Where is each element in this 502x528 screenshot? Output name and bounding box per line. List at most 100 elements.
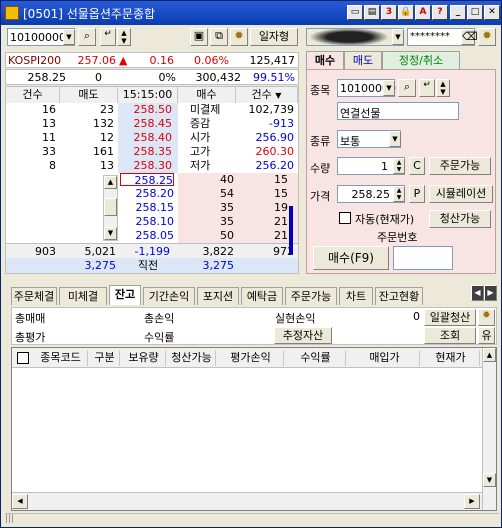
up-icon: ▲ — [119, 54, 128, 67]
ask-price[interactable]: 258.35 — [118, 145, 173, 158]
grid-vscroll[interactable]: ▲ ▼ — [482, 348, 496, 510]
grid-header: 종목코드 구분 보유량 청산가능 평가손익 수익률 매입가 현재가 — [12, 348, 482, 368]
yu-button[interactable]: 유 — [478, 327, 495, 344]
font-icon[interactable]: A — [415, 5, 431, 20]
select-all-checkbox[interactable] — [17, 352, 29, 364]
maximize-icon[interactable]: □ — [467, 5, 483, 20]
split-icon[interactable]: ▤ — [364, 5, 380, 20]
batch-close-button[interactable]: 일괄청산 — [424, 309, 476, 326]
ask-price[interactable]: 258.50 — [118, 103, 173, 116]
bottom-tab[interactable]: 차트 — [339, 287, 373, 305]
code-dropdown[interactable]: ▼ — [63, 29, 75, 45]
sum-bid-qty: 3,822 — [202, 245, 235, 258]
grid-col[interactable]: 수익률 — [286, 350, 346, 366]
bid-price[interactable]: 258.25 — [120, 173, 174, 186]
bottom-tab[interactable]: 미체결 — [59, 287, 107, 305]
bottom-tab[interactable]: 기간손익 — [143, 287, 195, 305]
bottom-tab[interactable]: 주문가능 — [285, 287, 337, 305]
account-dropdown[interactable]: ▼ — [392, 29, 404, 45]
scroll-down-icon[interactable]: ▼ — [104, 227, 117, 240]
bottom-tab[interactable]: 예탁금 — [241, 287, 283, 305]
close-icon[interactable]: ✕ — [484, 5, 500, 20]
tab-buy[interactable]: 매수 — [306, 51, 344, 69]
auto-checkbox[interactable] — [339, 212, 351, 224]
left-vscroll[interactable] — [289, 206, 293, 254]
grid-scroll-right-icon[interactable]: ▶ — [464, 494, 480, 509]
bottom-tab[interactable]: 잔고현황 — [375, 287, 423, 305]
search-icon[interactable]: ⌕ — [78, 28, 96, 46]
grid-col[interactable]: 구분 — [90, 350, 120, 366]
query-button[interactable]: 조회 — [424, 327, 476, 344]
book-scrollbar[interactable]: ▲ ▼ — [103, 175, 118, 241]
buy-button[interactable]: 매수(F9) — [313, 246, 389, 270]
info-icon[interactable]: 3 — [381, 5, 397, 20]
account-settings-icon[interactable]: ✹ — [478, 28, 496, 46]
account-select[interactable] — [306, 28, 404, 46]
ask-price[interactable]: 258.40 — [118, 131, 173, 144]
type-dropdown[interactable]: ▼ — [389, 131, 401, 147]
bid-qty: 35 — [220, 215, 234, 228]
app-icon — [5, 6, 19, 20]
prev-icon[interactable]: ↵ — [100, 28, 116, 46]
grid-hscroll[interactable]: ◀ ▶ — [12, 492, 482, 510]
grid-col[interactable]: 평가손익 — [218, 350, 284, 366]
bid-price[interactable]: 258.10 — [120, 215, 175, 228]
lock-icon[interactable]: 🔒 — [398, 5, 414, 20]
p-button[interactable]: P — [409, 185, 425, 203]
ask-price[interactable]: 258.45 — [118, 117, 173, 130]
order-prev-icon[interactable]: ↵ — [419, 79, 435, 97]
help-icon[interactable]: ? — [432, 5, 448, 20]
hdr-time: 15:15:00 — [118, 87, 178, 103]
index-volume: 125,417 — [249, 54, 296, 67]
grid-scroll-left-icon[interactable]: ◀ — [12, 494, 28, 509]
gear-icon[interactable]: ✹ — [230, 28, 248, 46]
copy-icon[interactable]: ⧉ — [210, 28, 228, 46]
layout-icon[interactable]: ▭ — [347, 5, 363, 20]
bottom-tab[interactable]: 잔고 — [109, 285, 141, 305]
type-label: 종류 — [310, 135, 331, 148]
grid-col[interactable]: 종목코드 — [34, 350, 88, 366]
scroll-thumb[interactable] — [104, 198, 117, 216]
hdr-bid-count[interactable]: 건수 ▼ — [236, 87, 298, 103]
bid-price[interactable]: 258.05 — [120, 229, 175, 242]
sum-diff: -1,199 — [134, 245, 170, 258]
clear-avail-button[interactable]: 청산가능 — [429, 210, 491, 228]
order-search-icon[interactable]: ⌕ — [398, 79, 416, 97]
daily-button[interactable]: 일자형 — [250, 28, 298, 46]
minimize-icon[interactable]: _ — [450, 5, 466, 20]
scroll-up-icon[interactable]: ▲ — [104, 176, 117, 189]
grid-col[interactable]: 보유량 — [122, 350, 166, 366]
spin-icon[interactable]: ▲ ▼ — [117, 28, 131, 46]
grid-scroll-down-icon[interactable]: ▼ — [483, 473, 496, 487]
tab-modify[interactable]: 정정/취소 — [382, 51, 460, 69]
simulation-button[interactable]: 시뮬레이션 — [429, 185, 493, 203]
ask-qty: 23 — [100, 103, 114, 116]
tab-scroll-left-icon[interactable]: ◀ — [471, 285, 484, 301]
grid-col[interactable]: 매입가 — [350, 350, 420, 366]
avail-button[interactable]: 주문가능 — [429, 157, 491, 175]
sum-bid-count: 972 — [273, 245, 294, 258]
bid-count: 15 — [274, 173, 288, 186]
window-icon[interactable]: ▣ — [190, 28, 208, 46]
balance-summary: 총매매 총손익 실현손익 0 일괄청산 ✹ 총평가 수익률 추정자산 조회 유 — [11, 307, 497, 345]
tab-scroll-right-icon[interactable]: ▶ — [484, 285, 497, 301]
est-assets-button[interactable]: 추정자산 — [274, 327, 332, 344]
grid-col[interactable]: 현재가 — [422, 350, 480, 366]
eraser-icon[interactable]: ⌫ — [461, 29, 478, 45]
summary-gear-icon[interactable]: ✹ — [478, 309, 495, 326]
orderbook: 건수 매도 15:15:00 매수 건수 ▼ 16 23 258.50 미결제 … — [5, 86, 299, 274]
order-spin-icon[interactable]: ▲ ▼ — [436, 79, 450, 97]
order-code-dropdown[interactable]: ▼ — [383, 80, 395, 96]
tab-sell[interactable]: 매도 — [344, 51, 382, 69]
auto-label: 자동(현재가) — [355, 213, 415, 226]
bottom-tab[interactable]: 포지션 — [197, 287, 239, 305]
bid-price[interactable]: 258.15 — [120, 201, 175, 214]
bid-price[interactable]: 258.20 — [120, 187, 175, 200]
bottom-tab[interactable]: 주문체결 — [11, 287, 57, 305]
ask-price[interactable]: 258.30 — [118, 159, 173, 172]
grid-scroll-up-icon[interactable]: ▲ — [483, 348, 496, 362]
price-spin-icon[interactable]: ▲ ▼ — [393, 186, 405, 202]
qty-spin-icon[interactable]: ▲ ▼ — [393, 158, 405, 174]
grid-col[interactable]: 청산가능 — [168, 350, 216, 366]
c-button[interactable]: C — [409, 157, 425, 175]
